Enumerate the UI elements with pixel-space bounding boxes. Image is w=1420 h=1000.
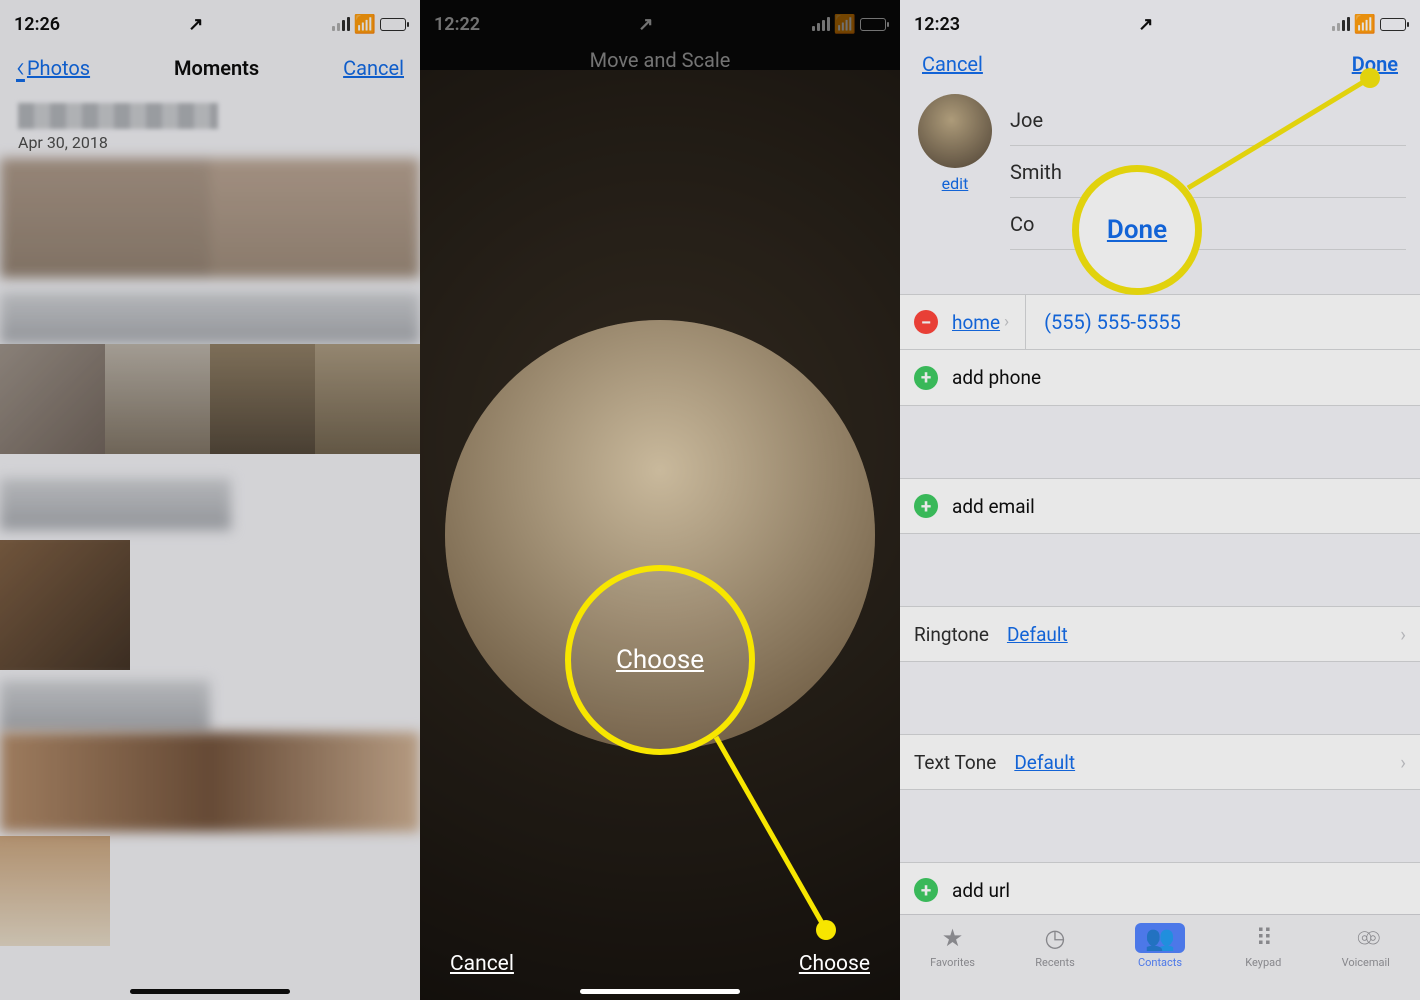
home-indicator[interactable] (130, 989, 290, 994)
company-field[interactable]: Co (1010, 198, 1406, 250)
home-indicator[interactable] (580, 989, 740, 994)
add-url-row[interactable]: + add url (900, 862, 1420, 918)
add-icon[interactable]: + (914, 366, 938, 390)
wifi-icon: 📶 (1354, 14, 1376, 35)
photo-row-blurred[interactable] (0, 292, 420, 344)
add-email-row[interactable]: + add email (900, 478, 1420, 534)
battery-icon (1380, 18, 1406, 31)
cancel-button[interactable]: Cancel (922, 52, 983, 76)
photo-thumb[interactable] (0, 344, 105, 454)
done-button[interactable]: Done (1352, 52, 1398, 76)
photo-row-blurred[interactable] (0, 158, 420, 278)
voicemail-icon (1357, 923, 1374, 953)
keypad-icon (1255, 923, 1271, 953)
chevron-right-icon: › (1004, 312, 1009, 332)
photo-thumb[interactable] (0, 540, 130, 670)
photo-row (0, 344, 420, 454)
chevron-right-icon: › (1400, 751, 1406, 774)
status-time: 12:26 (14, 14, 60, 35)
page-title: Moments (174, 56, 259, 80)
add-icon[interactable]: + (914, 494, 938, 518)
blurred-header-line (18, 103, 218, 129)
clock-icon (1045, 923, 1066, 953)
people-icon (1135, 923, 1185, 953)
status-bar: 12:22 ↗ 📶 (420, 0, 900, 40)
star-icon (942, 923, 964, 953)
moments-section-header: Apr 30, 2018 (0, 95, 420, 158)
ringtone-row[interactable]: Ringtone Default › (900, 606, 1420, 662)
edit-photo-link[interactable]: edit (942, 174, 969, 193)
nav-bar: Cancel Done (900, 40, 1420, 88)
wifi-icon: 📶 (354, 14, 376, 35)
signal-icon (1332, 17, 1350, 31)
add-phone-row[interactable]: + add phone (900, 350, 1420, 406)
editor-footer: Cancel Choose (420, 952, 900, 976)
tutorial-callout-choose: Choose (565, 565, 755, 755)
tab-bar: Favorites Recents Contacts Keypad Voicem… (900, 914, 1420, 1000)
photo-thumb[interactable] (210, 344, 315, 454)
photo-editor[interactable] (420, 70, 900, 1000)
choose-button[interactable]: Choose (799, 952, 870, 976)
tab-voicemail[interactable]: Voicemail (1342, 923, 1390, 969)
status-bar: 12:26 ↗ 📶 (0, 0, 420, 40)
signal-icon (812, 17, 830, 31)
tab-favorites[interactable]: Favorites (930, 923, 975, 969)
wifi-icon: 📶 (834, 14, 856, 35)
screen-contact-edit: 12:23 ↗ 📶 Cancel Done edit Joe Smith Co … (900, 0, 1420, 1000)
nav-bar: Photos Moments Cancel (0, 40, 420, 95)
battery-icon (380, 18, 406, 31)
first-name-field[interactable]: Joe (1010, 94, 1406, 146)
chevron-right-icon: › (1400, 623, 1406, 646)
photo-thumb[interactable] (0, 836, 110, 946)
tab-recents[interactable]: Recents (1035, 923, 1075, 969)
back-button[interactable]: Photos (16, 50, 90, 85)
screen-photos-picker: 12:26 ↗ 📶 Photos Moments Cancel Apr 30, … (0, 0, 420, 1000)
photo-row-blurred[interactable] (0, 680, 210, 732)
last-name-field[interactable]: Smith (1010, 146, 1406, 198)
battery-icon (860, 18, 886, 31)
phone-number[interactable]: (555) 555-5555 (1025, 295, 1181, 349)
signal-icon (332, 17, 350, 31)
status-bar: 12:23 ↗ 📶 (900, 0, 1420, 40)
tab-keypad[interactable]: Keypad (1245, 923, 1281, 969)
photo-row-blurred[interactable] (0, 478, 231, 530)
texttone-row[interactable]: Text Tone Default › (900, 734, 1420, 790)
tutorial-callout-done: Done (1072, 165, 1202, 295)
cancel-button[interactable]: Cancel (450, 952, 514, 976)
tab-contacts[interactable]: Contacts (1135, 923, 1185, 969)
contact-avatar[interactable] (918, 94, 992, 168)
status-time: 12:23 (914, 14, 960, 35)
phone-label-link[interactable]: home (952, 311, 1000, 334)
photo-row-blurred[interactable] (0, 732, 420, 832)
section-date: Apr 30, 2018 (18, 133, 402, 152)
status-time: 12:22 (434, 14, 480, 35)
cancel-button[interactable]: Cancel (343, 56, 404, 80)
screen-move-and-scale: 12:22 ↗ 📶 Move and Scale Cancel Choose C… (420, 0, 900, 1000)
photo-thumb[interactable] (105, 344, 210, 454)
phone-row[interactable]: − home › (555) 555-5555 (900, 294, 1420, 350)
photo-thumb[interactable] (315, 344, 420, 454)
add-icon[interactable]: + (914, 878, 938, 902)
remove-icon[interactable]: − (914, 310, 938, 334)
